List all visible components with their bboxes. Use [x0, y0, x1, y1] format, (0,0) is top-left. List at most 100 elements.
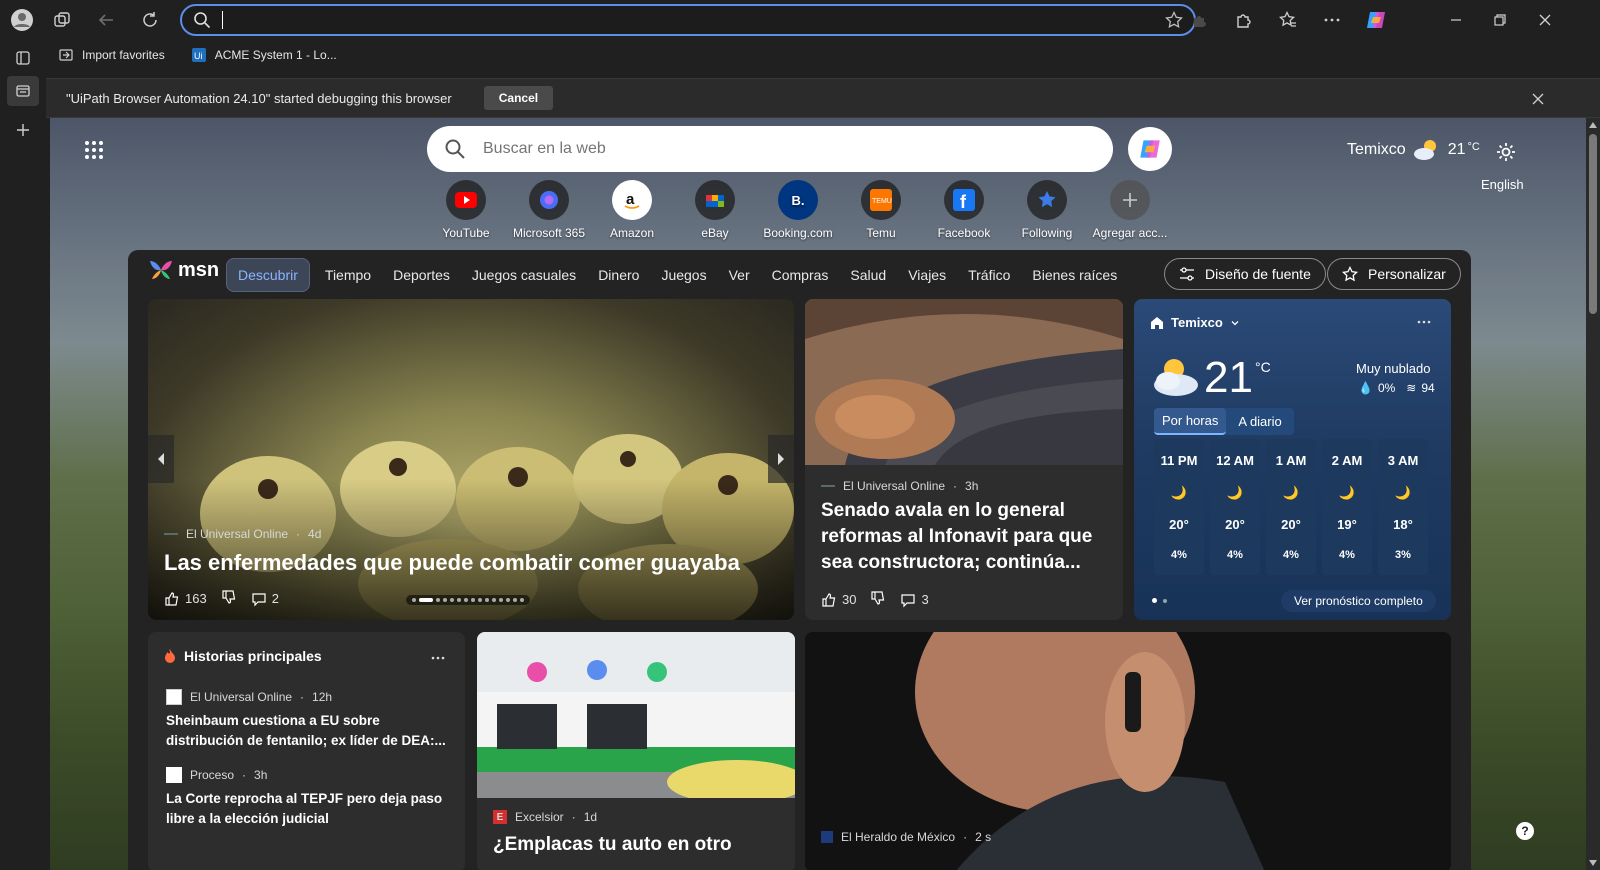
nav-tiempo[interactable]: Tiempo [314, 258, 382, 292]
weather-pager-dots[interactable] [1152, 598, 1167, 603]
comment-button[interactable]: 2 [251, 591, 279, 607]
tile-youtube[interactable]: YouTube [428, 180, 504, 240]
tab-daily[interactable]: A diario [1226, 409, 1293, 434]
copilot-icon[interactable] [1362, 6, 1390, 34]
weather-header[interactable]: Temixco 21 °C [1347, 138, 1480, 162]
nav-descubrir[interactable]: Descubrir [226, 258, 310, 292]
story-age: 2 s [975, 830, 992, 844]
weather-stats: 💧 0% ≋ 94 [1358, 381, 1435, 395]
active-tab-icon[interactable] [7, 76, 39, 106]
refresh-icon[interactable] [138, 8, 162, 32]
tile-microsoft365[interactable]: Microsoft 365 [511, 180, 587, 240]
favorite-item-acme[interactable]: Ui ACME System 1 - Lo... [183, 42, 345, 68]
web-search-input[interactable] [483, 140, 1113, 158]
thumbs-down-icon [871, 591, 885, 605]
dislike-button[interactable] [221, 589, 237, 608]
top-stories-more-icon[interactable] [426, 648, 450, 668]
sliders-icon [1179, 266, 1195, 282]
tile-temu[interactable]: TEMU Temu [843, 180, 919, 240]
nav-compras[interactable]: Compras [761, 258, 840, 292]
copilot-search-icon[interactable] [1128, 127, 1172, 171]
full-forecast-link[interactable]: Ver pronóstico completo [1281, 590, 1436, 612]
nav-juegos[interactable]: Juegos [650, 258, 717, 292]
scroll-down-icon[interactable] [1588, 858, 1598, 868]
cancel-debug-button[interactable]: Cancel [483, 86, 554, 110]
weather-more-icon[interactable] [1412, 311, 1436, 333]
story-card-heraldo[interactable]: El Heraldo de México · 2 s [805, 632, 1451, 870]
hero-story-card[interactable]: El Universal Online · 4d Las enfermedades … [148, 299, 794, 620]
tile-following[interactable]: Following [1009, 180, 1085, 240]
nav-bienes-raices[interactable]: Bienes raíces [1021, 258, 1128, 292]
carousel-dots[interactable] [406, 595, 530, 605]
nav-dinero[interactable]: Dinero [587, 258, 650, 292]
carousel-prev-icon[interactable] [148, 435, 174, 483]
extension-puzzle-icon[interactable] [1188, 8, 1212, 32]
story2-title[interactable]: Senado avala en lo general reformas al I… [821, 498, 1111, 576]
scroll-up-icon[interactable] [1588, 120, 1598, 130]
profile-avatar-icon[interactable] [8, 6, 36, 34]
personalize-button[interactable]: Personalizar [1327, 258, 1461, 290]
weather-card[interactable]: Temixco 21 °C Muy nublado 💧 0% ≋ 94 Por ho… [1134, 299, 1451, 620]
weather-location[interactable]: Temixco [1150, 315, 1240, 330]
title-bar [0, 0, 1600, 40]
address-bar[interactable] [180, 4, 1196, 36]
story-card-verificentro[interactable]: E Excelsior · 1d ¿Emplacas tu auto en otro [477, 632, 795, 870]
nav-deportes[interactable]: Deportes [382, 258, 461, 292]
tile-add-shortcut[interactable]: Agregar acc... [1092, 180, 1168, 240]
story4-source: El Heraldo de México · 2 s [821, 830, 991, 844]
help-icon[interactable]: ? [1516, 822, 1534, 840]
top-story-item[interactable]: El Universal Online · 12h Sheinbaum cuesti… [166, 689, 451, 751]
source-name: El Universal Online [186, 527, 289, 541]
new-tab-icon[interactable] [11, 118, 35, 142]
tab-hourly[interactable]: Por horas [1154, 408, 1227, 435]
apps-grid-icon[interactable] [80, 136, 108, 164]
more-menu-icon[interactable] [1320, 8, 1344, 32]
story-source: Proceso · 3h [166, 767, 451, 783]
font-design-button[interactable]: Diseño de fuente [1164, 258, 1326, 290]
weather-location-label: Temixco [1171, 315, 1223, 330]
sparkle-star-icon [1342, 266, 1358, 282]
extensions-icon[interactable] [1232, 8, 1256, 32]
source-name: Excelsior [515, 810, 564, 824]
hour-rain: 4% [1171, 548, 1187, 561]
scroll-thumb[interactable] [1589, 134, 1597, 314]
restore-icon[interactable] [1488, 8, 1512, 32]
workspaces-icon[interactable] [50, 8, 74, 32]
close-infobar-icon[interactable] [1526, 87, 1550, 111]
nav-ver[interactable]: Ver [718, 258, 761, 292]
tile-facebook[interactable]: f Facebook [926, 180, 1002, 240]
hero-title[interactable]: Las enfermedades que puede combatir come… [164, 549, 784, 577]
nav-salud[interactable]: Salud [839, 258, 897, 292]
web-search-box[interactable] [427, 126, 1113, 172]
carousel-next-icon[interactable] [768, 435, 794, 483]
tab-actions-icon[interactable] [11, 46, 35, 70]
comment-button[interactable]: 3 [900, 592, 929, 608]
like-button[interactable]: 30 [821, 592, 856, 608]
close-window-icon[interactable] [1533, 8, 1557, 32]
story3-title[interactable]: ¿Emplacas tu auto en otro [493, 832, 783, 858]
msn-logo[interactable]: msn [148, 258, 219, 282]
nav-trafico[interactable]: Tráfico [957, 258, 1021, 292]
address-input[interactable] [222, 11, 1154, 29]
nav-juegos-casuales[interactable]: Juegos casuales [461, 258, 587, 292]
settings-gear-icon[interactable] [1492, 138, 1520, 166]
top-story-item[interactable]: Proceso · 3h La Corte reprocha al TEPJF pe… [166, 767, 451, 829]
language-link[interactable]: English [1481, 177, 1524, 192]
tile-ebay[interactable]: eBay [677, 180, 753, 240]
favorites-icon[interactable] [1276, 8, 1300, 32]
page-scrollbar[interactable] [1586, 118, 1600, 870]
tile-booking[interactable]: B. Booking.com [760, 180, 836, 240]
facebook-icon: f [944, 180, 984, 220]
search-icon [182, 11, 222, 29]
minimize-icon[interactable] [1444, 8, 1468, 32]
story-card-senado[interactable]: El Universal Online · 3h Senado avala en l… [805, 299, 1123, 620]
tile-amazon[interactable]: a Amazon [594, 180, 670, 240]
comment-icon [252, 592, 266, 606]
temu-icon: TEMU [861, 180, 901, 220]
back-icon[interactable] [94, 8, 118, 32]
dislike-button[interactable] [870, 590, 886, 609]
nav-viajes[interactable]: Viajes [897, 258, 957, 292]
favorite-item-import[interactable]: Import favorites [50, 42, 173, 68]
like-button[interactable]: 163 [164, 591, 207, 607]
humidity-value: 94 [1421, 381, 1435, 395]
